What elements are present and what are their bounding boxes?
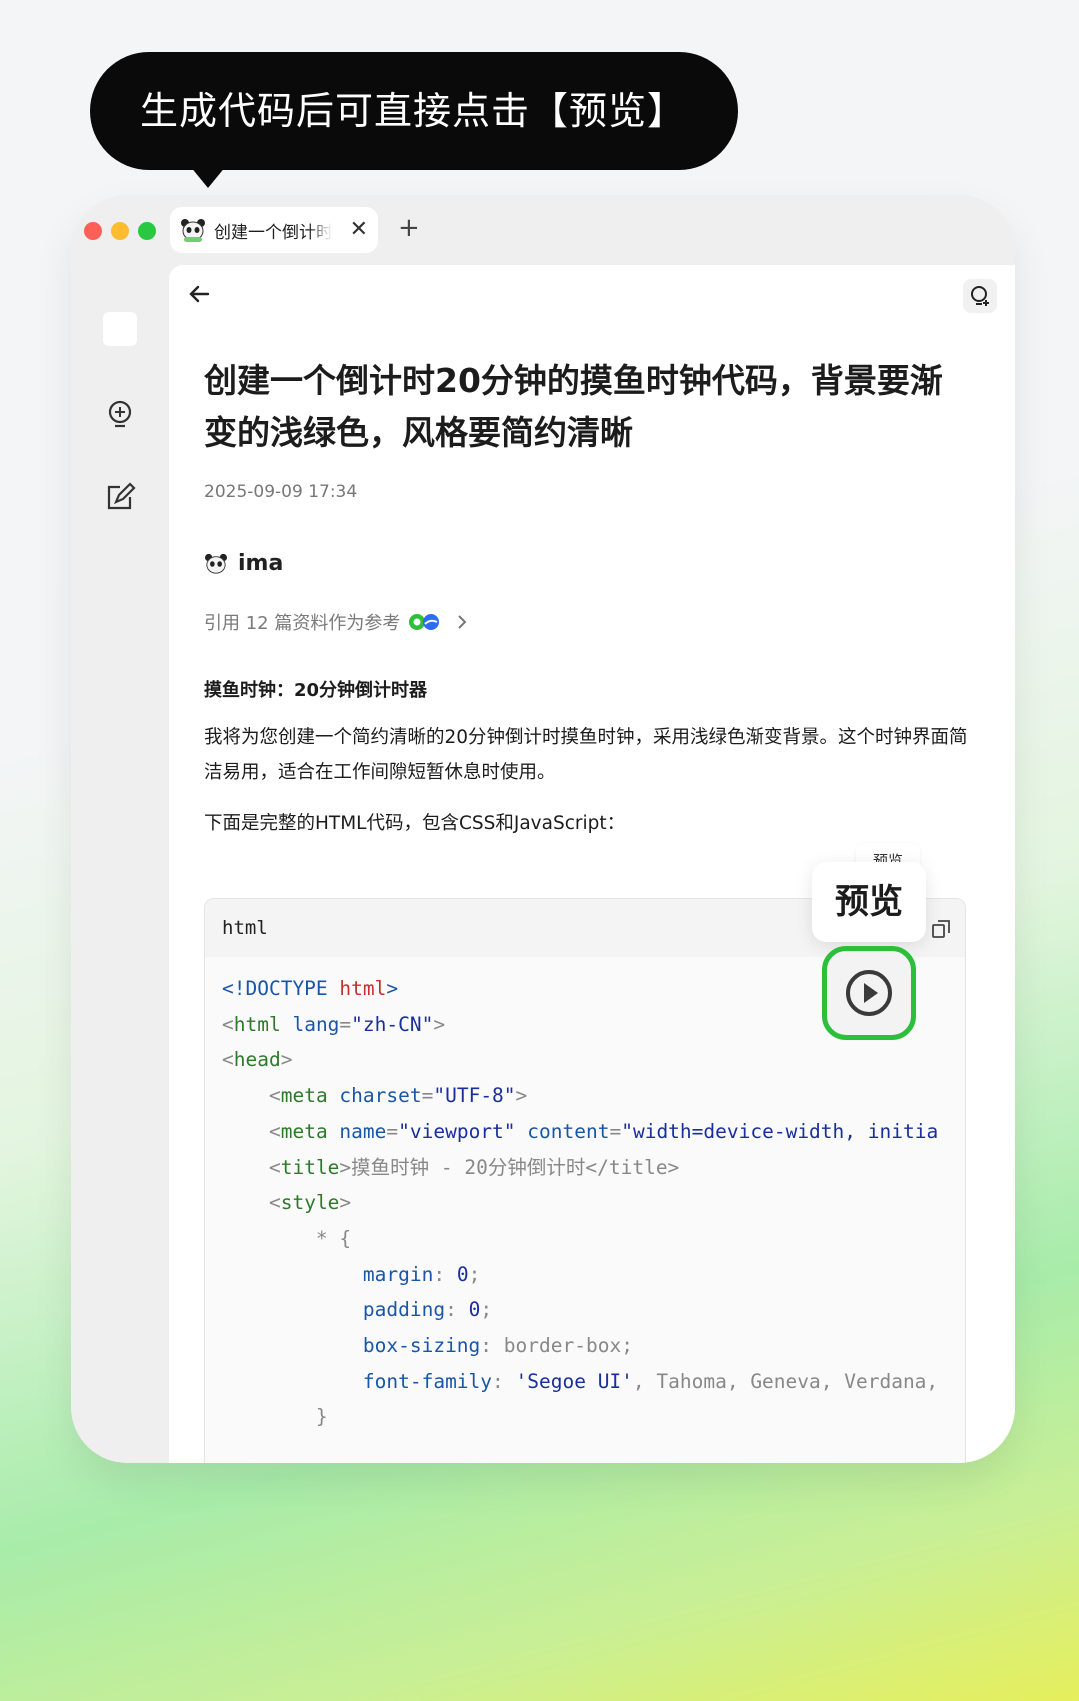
code-line: * { — [315, 1226, 352, 1250]
code-line: <title>摸鱼时钟 - 20分钟倒计时</title> — [268, 1155, 680, 1179]
close-window-button[interactable] — [84, 222, 102, 240]
answer-paragraph-2: 下面是完整的HTML代码，包含CSS和JavaScript： — [204, 813, 626, 834]
answer-paragraph-1: 我将为您创建一个简约清晰的20分钟倒计时摸鱼时钟，采用浅绿色渐变背景。这个时钟界… — [204, 727, 968, 783]
panda-icon — [181, 219, 205, 242]
edit-note-icon — [107, 482, 136, 510]
code-line: margin: 0; — [362, 1262, 481, 1286]
copy-icon[interactable] — [931, 919, 951, 939]
code-line: box-sizing: border-box; — [362, 1334, 633, 1358]
code-line: font-family: 'Segoe UI', Tahoma, Geneva,… — [362, 1369, 939, 1393]
code-line: <meta name="viewport" content="width=dev… — [268, 1119, 939, 1143]
conversation-title: 创建一个倒计时20分钟的摸鱼时钟代码，背景要渐变的浅绿色，风格要简约清晰 — [204, 361, 943, 452]
code-language: html — [222, 917, 268, 939]
lightbulb-icon — [108, 400, 132, 428]
sidebar-item-ideas[interactable] — [103, 398, 137, 432]
sidebar-item-home[interactable] — [103, 312, 137, 346]
code-line: <style> — [268, 1191, 352, 1215]
chevron-right-icon — [458, 615, 467, 629]
author-name: ima — [238, 551, 284, 576]
callout-bubble: 生成代码后可直接点击【预览】 — [90, 52, 738, 170]
references-text: 引用 12 篇资料作为参考 — [204, 613, 401, 634]
references-link[interactable]: 引用 12 篇资料作为参考 — [204, 609, 470, 635]
tab-chat[interactable]: 创建一个倒计时 ✕ — [170, 207, 378, 253]
code-line: <head> — [222, 1048, 293, 1072]
panda-avatar-icon — [205, 553, 227, 574]
new-chat-button[interactable] — [963, 279, 997, 313]
callout-tail — [190, 166, 226, 188]
preview-button[interactable] — [822, 946, 916, 1040]
back-arrow-icon[interactable] — [187, 281, 213, 307]
minimize-window-button[interactable] — [111, 222, 129, 240]
callout-text: 生成代码后可直接点击【预览】 — [140, 89, 687, 133]
play-circle-icon — [846, 970, 892, 1016]
bulb-plus-icon — [971, 286, 989, 306]
close-icon[interactable]: ✕ — [350, 219, 368, 241]
app-window: 创建一个倒计时 ✕ + 创建一个倒计时20分钟的摸鱼时钟代码，背景要渐变的浅绿色… — [71, 195, 1015, 1463]
maximize-window-button[interactable] — [138, 222, 156, 240]
code-line: <meta charset="UTF-8"> — [268, 1084, 528, 1108]
tab-title: 创建一个倒计时 — [214, 222, 332, 243]
answer-heading: 摸鱼时钟：20分钟倒计时器 — [204, 680, 428, 701]
blank-square-icon — [103, 312, 137, 346]
code-line: padding: 0; — [362, 1298, 493, 1322]
author-row: ima — [204, 551, 283, 576]
code-line: } — [315, 1405, 328, 1429]
new-tab-button[interactable]: + — [398, 213, 420, 243]
timestamp: 2025-09-09 17:34 — [204, 482, 358, 502]
preview-tooltip: 预览 — [812, 862, 926, 942]
source-logos-icon — [409, 614, 440, 630]
sidebar-item-notes[interactable] — [103, 480, 137, 514]
